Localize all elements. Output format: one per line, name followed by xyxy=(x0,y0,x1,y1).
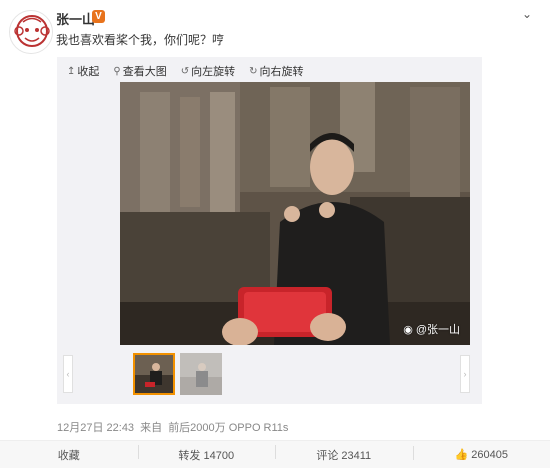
username[interactable]: 张一山 xyxy=(56,9,95,28)
view-large-button[interactable]: ⚲ 查看大图 xyxy=(113,63,166,79)
weibo-logo-icon: ◉ xyxy=(403,323,413,336)
collapse-label: 收起 xyxy=(77,66,100,78)
chevron-down-icon[interactable]: ⌄ xyxy=(522,7,532,21)
collapse-button[interactable]: ↥ 收起 xyxy=(67,63,99,79)
monkey-avatar-icon xyxy=(12,13,52,53)
rotate-right-label: 向右旋转 xyxy=(259,66,304,78)
post-meta: 12月27日 22:43 来自 前后2000万 OPPO R11s xyxy=(57,419,291,435)
chevron-right-icon[interactable]: › xyxy=(460,355,470,393)
thumbnail-image-2 xyxy=(180,353,222,395)
thumbnail-image-1 xyxy=(135,355,173,393)
watermark-text: @张一山 xyxy=(415,324,460,336)
repost-button[interactable]: 转发 14700 xyxy=(137,444,276,463)
arrow-up-icon: ↥ xyxy=(67,65,76,77)
favorite-label: 收藏 xyxy=(57,449,80,462)
post-photo[interactable]: ◉ @张一山 xyxy=(120,82,470,345)
favorite-button[interactable]: 收藏 xyxy=(0,447,138,463)
avatar[interactable] xyxy=(9,10,53,54)
thumbnail-strip: ‹ › xyxy=(57,353,482,398)
comment-button[interactable]: 评论 23411 xyxy=(275,444,413,463)
thumbnail-2[interactable] xyxy=(180,353,222,395)
post-time[interactable]: 12月27日 22:43 xyxy=(57,422,134,434)
repost-label: 转发 14700 xyxy=(178,449,235,462)
post-source[interactable]: 前后2000万 OPPO R11s xyxy=(168,422,288,434)
chevron-left-icon[interactable]: ‹ xyxy=(63,355,73,393)
like-button[interactable]: 👍 260405 xyxy=(412,446,550,461)
media-panel: ↥ 收起 ⚲ 查看大图 ↺ 向左旋转 ↻ 向右旋转 ◉ @张一山 ‹ › xyxy=(57,57,482,404)
verified-badge-icon: V xyxy=(92,10,105,23)
view-large-label: 查看大图 xyxy=(122,66,167,78)
thumbs-up-icon: 👍 xyxy=(454,449,469,461)
rotate-left-label: 向左旋转 xyxy=(191,66,236,78)
photo-watermark: ◉ @张一山 xyxy=(403,321,460,337)
rotate-left-button[interactable]: ↺ 向左旋转 xyxy=(181,63,235,79)
rotate-left-icon: ↺ xyxy=(180,65,190,77)
rotate-right-icon: ↻ xyxy=(249,65,258,77)
post-text: 我也喜欢看桨个我，你们呢？哼 xyxy=(56,33,225,47)
action-bar: 收藏 转发 14700 评论 23411 👍 260405 xyxy=(0,440,550,468)
search-icon: ⚲ xyxy=(113,65,121,77)
thumbnail-1[interactable] xyxy=(133,353,175,395)
photo-image xyxy=(120,82,470,345)
media-toolbar: ↥ 收起 ⚲ 查看大图 ↺ 向左旋转 ↻ 向右旋转 xyxy=(67,63,304,79)
weibo-post-card: 张一山 V ⌄ 我也喜欢看桨个我，你们呢？哼 ↥ 收起 ⚲ 查看大图 ↺ 向左旋… xyxy=(0,0,550,468)
comment-label: 评论 23411 xyxy=(316,449,372,462)
rotate-right-button[interactable]: ↻ 向右旋转 xyxy=(249,63,303,79)
like-count: 260405 xyxy=(471,448,508,461)
source-prefix: 来自 xyxy=(140,422,163,434)
